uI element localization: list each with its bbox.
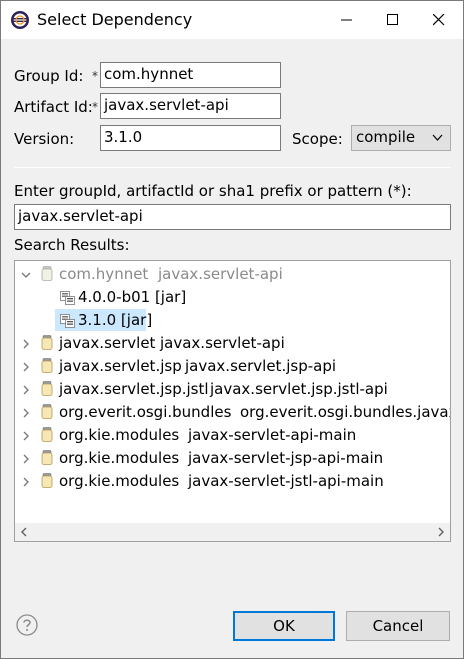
search-results-label: Search Results: [14,236,130,254]
maximize-button[interactable] [370,1,416,39]
ok-button[interactable]: OK [233,611,335,641]
version-label: 3.1.0 [jar] [78,311,153,329]
tree-row[interactable]: javax.servlet.jsp.jstl javax.servlet.jsp… [15,378,450,401]
tree-row[interactable]: com.hynnet javax.servlet-api [15,263,450,286]
artifact-id-text: javax-servlet-jsp-api-main [188,449,384,467]
scroll-right-icon[interactable] [437,527,445,537]
required-marker: * [92,69,98,83]
group-id-text: org.kie.modules [59,426,180,444]
artifact-id-text: javax-servlet-api-main [188,426,357,444]
tree-row[interactable]: org.kie.modules javax-servlet-jsp-api-ma… [15,447,450,470]
scroll-left-icon[interactable] [20,527,28,537]
scope-label: Scope: [292,130,343,148]
group-id-text: org.kie.modules [59,472,180,490]
scope-value: compile [356,128,416,146]
artifact-id-text: org.everit.osgi.bundles.javax [240,403,451,421]
tree-row[interactable]: javax.servlet.jsp javax.servlet.jsp-api [15,355,450,378]
version-icon [60,314,75,328]
title-bar[interactable]: Select Dependency [1,1,463,39]
jar-icon [41,358,53,373]
chevron-down-icon [432,134,443,141]
close-button[interactable] [416,1,462,39]
search-prompt-label: Enter groupId, artifactId or sha1 prefix… [14,182,412,200]
search-results-tree[interactable]: com.hynnet javax.servlet-api 4.0.0-b01 [… [14,260,451,542]
jar-icon [41,450,53,465]
eclipse-app-icon [11,11,29,29]
expand-chevron-icon[interactable] [21,408,31,418]
artifact-id-field[interactable]: javax.servlet-api [100,93,281,119]
version-label: 4.0.0-b01 [jar] [78,288,187,306]
tree-row[interactable]: org.kie.modules javax-servlet-api-main [15,424,450,447]
tree-row[interactable]: javax.servlet javax.servlet-api [15,332,450,355]
artifact-id-text: javax.servlet-api [160,334,285,352]
artifact-id-text: javax.servlet.jsp-api [185,357,337,375]
group-id-text: org.everit.osgi.bundles [59,403,232,421]
expand-chevron-icon[interactable] [21,339,31,349]
expand-chevron-icon[interactable] [21,477,31,487]
jar-icon [41,335,53,350]
artifact-id-text: javax.servlet-api [158,265,283,283]
expand-chevron-icon[interactable] [21,385,31,395]
separator [14,167,451,168]
cancel-button[interactable]: Cancel [346,611,450,641]
jar-icon [41,473,53,488]
tree-row-version-selected[interactable]: 3.1.0 [jar] [15,309,450,332]
search-input[interactable]: javax.servlet-api [14,204,451,230]
help-icon[interactable] [16,614,38,636]
expand-chevron-icon[interactable] [21,431,31,441]
version-label: Version: [14,130,75,148]
tree-row-version[interactable]: 4.0.0-b01 [jar] [15,286,450,309]
jar-icon [41,381,53,396]
artifact-id-text: javax-servlet-jstl-api-main [188,472,384,490]
window-title: Select Dependency [37,10,193,29]
required-marker: * [92,100,98,114]
jar-icon [41,404,53,419]
expand-chevron-icon[interactable] [21,454,31,464]
artifact-id-label: Artifact Id: [14,98,93,116]
artifact-id-text: javax.servlet.jsp.jstl-api [210,380,388,398]
close-icon [433,14,445,26]
collapse-chevron-icon[interactable] [21,270,31,280]
jar-icon [41,266,53,281]
group-id-text: javax.servlet.jsp.jstl [59,380,209,398]
version-icon [60,291,75,305]
minimize-icon [341,19,352,21]
maximize-icon [387,14,398,25]
expand-chevron-icon[interactable] [21,362,31,372]
group-id-text: org.kie.modules [59,449,180,467]
group-id-text: javax.servlet.jsp [59,357,182,375]
tree-row[interactable]: org.everit.osgi.bundles org.everit.osgi.… [15,401,450,424]
version-field[interactable]: 3.1.0 [100,125,281,151]
group-id-text: com.hynnet [59,265,149,283]
select-dependency-dialog: Select Dependency Group Id: * com.hynnet… [0,0,464,659]
group-id-label: Group Id: [14,67,84,85]
group-id-field[interactable]: com.hynnet [100,62,281,88]
scope-select[interactable]: compile [351,125,451,151]
jar-icon [41,427,53,442]
minimize-button[interactable] [324,1,370,39]
tree-row[interactable]: org.kie.modules javax-servlet-jstl-api-m… [15,470,450,493]
group-id-text: javax.servlet [59,334,156,352]
horizontal-scrollbar[interactable] [15,523,450,541]
